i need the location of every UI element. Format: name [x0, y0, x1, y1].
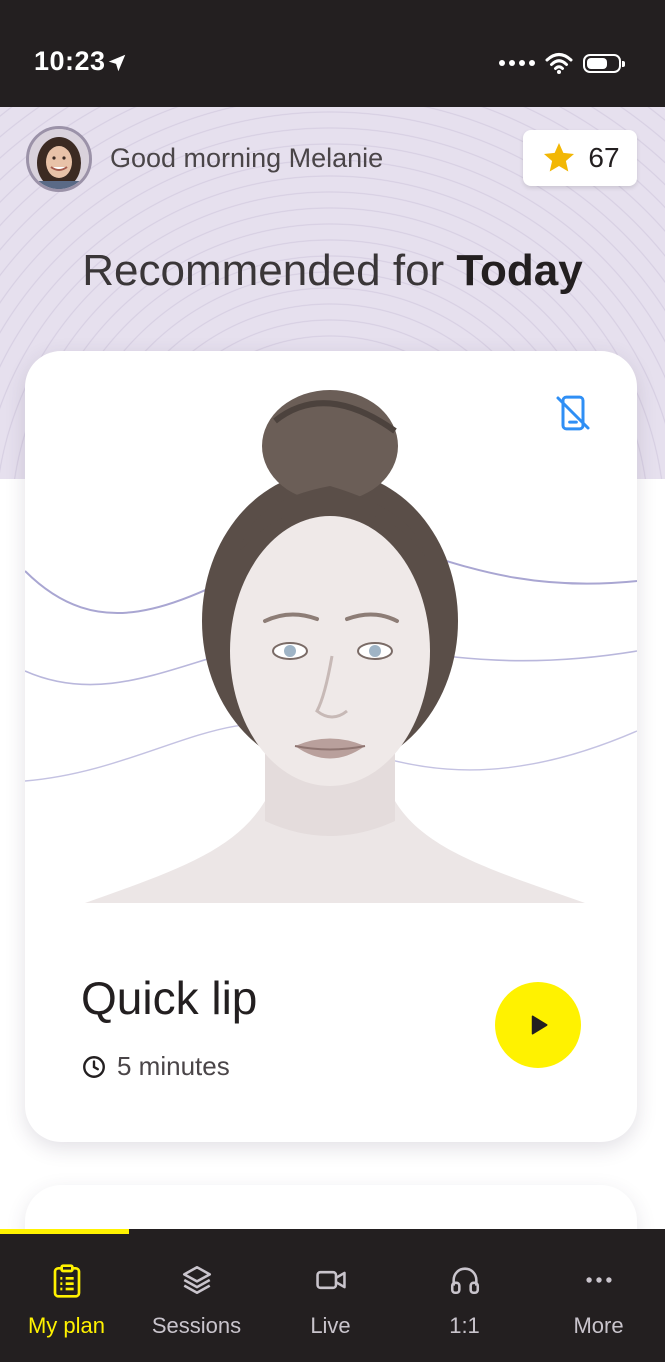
no-phone-icon[interactable]: [553, 393, 593, 433]
tab-more[interactable]: More: [532, 1229, 665, 1362]
tab-label: More: [573, 1313, 624, 1338]
session-duration-text: 5 minutes: [117, 1051, 230, 1081]
play-button[interactable]: [495, 982, 581, 1068]
status-bar: 10:23: [0, 0, 665, 107]
points-badge[interactable]: 67: [523, 130, 637, 186]
points-value: 67: [588, 142, 620, 173]
session-card[interactable]: Quick lip 5 minutes: [25, 351, 637, 1142]
tab-label: 1:1: [449, 1313, 480, 1338]
tab-label: Sessions: [151, 1313, 242, 1338]
clock-icon: [83, 1055, 105, 1078]
more-icon: [585, 1277, 612, 1283]
layers-icon: [182, 1265, 211, 1295]
session-duration: 5 minutes: [81, 1051, 230, 1082]
bottom-tab-bar: My plan Sessions Live 1:1 More: [0, 1229, 665, 1362]
headphones-icon: [450, 1267, 479, 1295]
clipboard-icon: [53, 1264, 80, 1298]
signal-dots-icon: [499, 60, 535, 66]
status-time: 10:23: [34, 46, 106, 76]
tab-label: My plan: [27, 1313, 106, 1338]
avatar-portrait: [29, 129, 89, 189]
star-icon: [544, 143, 575, 172]
recommended-title: Recommended for Today: [0, 246, 665, 296]
tab-live[interactable]: Live: [264, 1229, 397, 1362]
session-title: Quick lip: [81, 972, 258, 1024]
recommended-title-prefix: Recommended for: [82, 246, 457, 295]
face-illustration: [25, 390, 637, 903]
tab-one-on-one[interactable]: 1:1: [398, 1229, 531, 1362]
avatar[interactable]: [26, 126, 92, 192]
tab-my-plan[interactable]: My plan: [0, 1229, 133, 1362]
play-icon: [531, 1015, 548, 1035]
wifi-icon: [545, 53, 573, 74]
video-icon: [315, 1270, 346, 1290]
recommended-title-bold: Today: [456, 246, 583, 295]
greeting-text: Good morning Melanie: [110, 143, 384, 173]
tab-sessions[interactable]: Sessions: [130, 1229, 263, 1362]
status-icons: [499, 52, 625, 74]
battery-icon: [583, 53, 625, 73]
tab-label: Live: [310, 1313, 351, 1338]
location-arrow-icon: [108, 54, 126, 72]
